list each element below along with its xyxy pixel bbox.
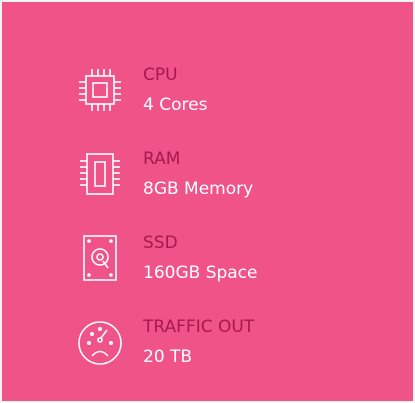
spec-value: 160GB Space: [143, 263, 258, 283]
cpu-chip-icon: [74, 64, 126, 116]
spec-item-ram: RAM 8GB Memory: [2, 148, 413, 218]
ram-module-icon: [74, 148, 126, 200]
spec-item-cpu: CPU 4 Cores: [2, 64, 413, 134]
speedometer-icon: [74, 316, 126, 368]
specs-panel: CPU 4 Cores RAM 8GB Memory SSD 160GB Spa…: [2, 2, 413, 401]
spec-item-traffic-out: TRAFFIC OUT 20 TB: [2, 316, 413, 386]
spec-value: 20 TB: [143, 347, 193, 367]
spec-label: SSD: [143, 233, 178, 253]
spec-value: 8GB Memory: [143, 179, 254, 199]
disk-drive-icon: [74, 232, 126, 284]
spec-item-ssd: SSD 160GB Space: [2, 232, 413, 302]
spec-value: 4 Cores: [143, 95, 208, 115]
spec-label: TRAFFIC OUT: [143, 317, 255, 337]
spec-label: CPU: [143, 65, 178, 85]
spec-label: RAM: [143, 149, 181, 169]
